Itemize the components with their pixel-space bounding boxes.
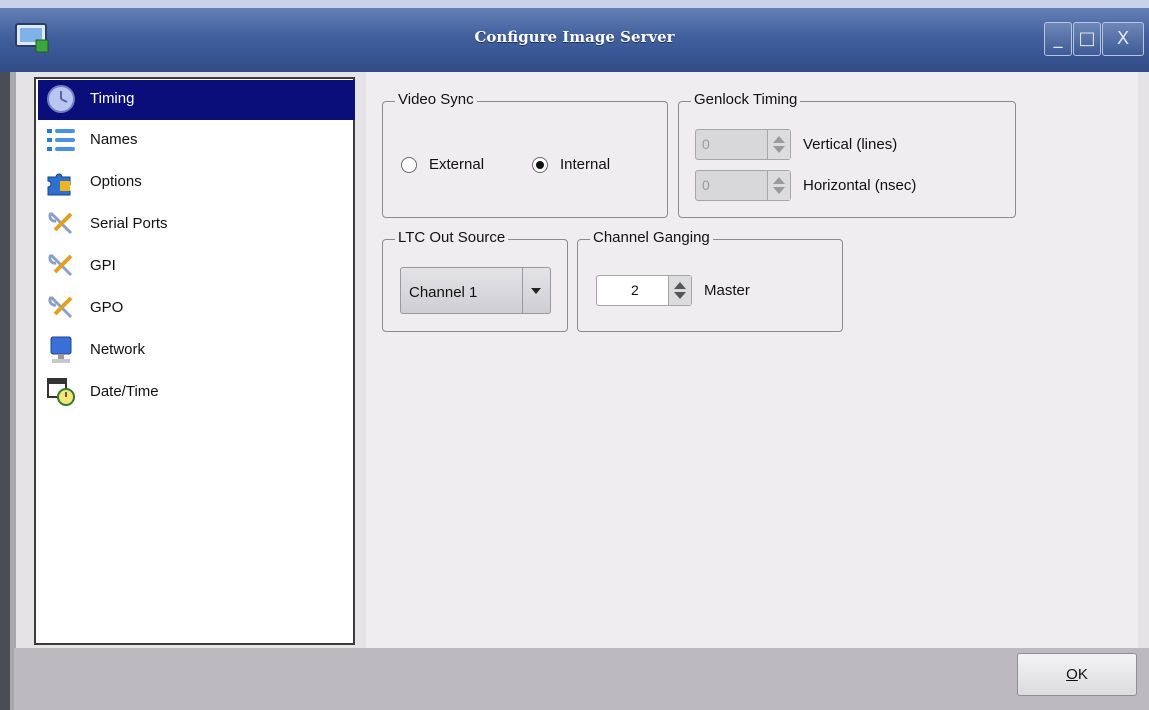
horizontal-nsec-spinbox[interactable]: 0 <box>695 170 791 201</box>
puzzle-icon <box>47 173 71 196</box>
clock-icon <box>47 85 75 113</box>
list-icon <box>47 129 75 151</box>
sidebar-item-gpi[interactable]: GPI <box>38 247 355 287</box>
sidebar-item-serial-ports[interactable]: Serial Ports <box>38 205 355 245</box>
window-top-edge <box>0 0 1149 8</box>
channel-ganging-title: Channel Ganging <box>590 229 713 246</box>
sidebar-item-label: Options <box>90 173 142 190</box>
tools-icon <box>48 253 73 277</box>
tools-icon <box>48 211 73 235</box>
sidebar-item-names[interactable]: Names <box>38 121 355 161</box>
internal-radio[interactable] <box>532 157 548 173</box>
ok-mnemonic: O <box>1066 666 1078 683</box>
ganging-value: 2 <box>631 282 639 298</box>
ok-button[interactable]: OK <box>1017 653 1137 696</box>
genlock-timing-group: Genlock Timing 0 Vertical (lines) 0 Hori… <box>678 91 1016 218</box>
ltc-source-value: Channel 1 <box>409 284 478 301</box>
horizontal-nsec-label: Horizontal (nsec) <box>803 177 917 194</box>
internal-label[interactable]: Internal <box>560 156 610 173</box>
horizontal-nsec-value: 0 <box>702 177 710 193</box>
channel-ganging-group: Channel Ganging 2 Master <box>577 229 843 332</box>
arrow-down-icon[interactable] <box>674 292 686 299</box>
arrow-down-icon[interactable] <box>773 187 785 194</box>
vertical-lines-value: 0 <box>702 136 710 152</box>
minimize-button[interactable]: _ <box>1044 22 1072 56</box>
sidebar-item-label: Date/Time <box>90 383 159 400</box>
vertical-lines-stepper[interactable] <box>767 130 790 159</box>
arrow-up-icon[interactable] <box>674 282 686 289</box>
sidebar-item-options[interactable]: Options <box>38 163 355 203</box>
arrow-up-icon[interactable] <box>773 177 785 184</box>
sidebar-item-label: Network <box>90 341 146 358</box>
ok-label-rest: K <box>1077 666 1088 683</box>
ltc-out-source-group: LTC Out Source Channel 1 <box>382 229 568 332</box>
sidebar-item-gpo[interactable]: GPO <box>38 289 355 329</box>
ganging-stepper[interactable] <box>668 276 691 305</box>
category-list[interactable]: Timing Names Options Serial Ports GPI GP… <box>34 77 355 645</box>
ganging-spinbox[interactable]: 2 <box>596 275 692 306</box>
tools-icon <box>48 295 73 319</box>
arrow-up-icon[interactable] <box>773 136 785 143</box>
vertical-lines-label: Vertical (lines) <box>803 136 898 153</box>
ltc-source-dropdown[interactable]: Channel 1 <box>400 267 551 314</box>
genlock-timing-title: Genlock Timing <box>691 91 801 108</box>
external-radio[interactable] <box>401 157 417 173</box>
external-label[interactable]: External <box>429 156 484 173</box>
sidebar-item-label: Names <box>90 131 138 148</box>
sidebar-item-label: Timing <box>90 90 135 107</box>
horizontal-nsec-stepper[interactable] <box>767 171 790 200</box>
sidebar-item-timing[interactable]: Timing <box>38 80 355 120</box>
monitor-icon <box>50 336 72 363</box>
vertical-lines-spinbox[interactable]: 0 <box>695 129 791 160</box>
calendar-clock-icon <box>47 378 75 406</box>
sidebar-item-network[interactable]: Network <box>38 331 355 371</box>
sidebar-item-date-time[interactable]: Date/Time <box>38 373 355 413</box>
ganging-label: Master <box>704 282 750 299</box>
ltc-out-source-title: LTC Out Source <box>395 229 509 246</box>
sidebar-item-label: Serial Ports <box>90 215 168 232</box>
window-title: Configure Image Server <box>474 28 675 46</box>
sidebar-item-label: GPO <box>90 299 124 316</box>
video-sync-group: Video Sync External Internal <box>382 91 668 218</box>
arrow-down-icon[interactable] <box>773 146 785 153</box>
maximize-button[interactable]: □ <box>1073 22 1101 56</box>
window-frame-left-inner <box>10 72 16 710</box>
button-bar <box>14 648 1149 710</box>
chevron-down-icon[interactable] <box>522 268 550 313</box>
sidebar-item-label: GPI <box>90 257 116 274</box>
settings-panel: Video Sync External Internal Genlock Tim… <box>366 72 1138 648</box>
title-bar[interactable]: Configure Image Server _ □ X <box>0 0 1149 72</box>
video-sync-title: Video Sync <box>395 91 477 108</box>
close-button[interactable]: X <box>1102 22 1144 56</box>
